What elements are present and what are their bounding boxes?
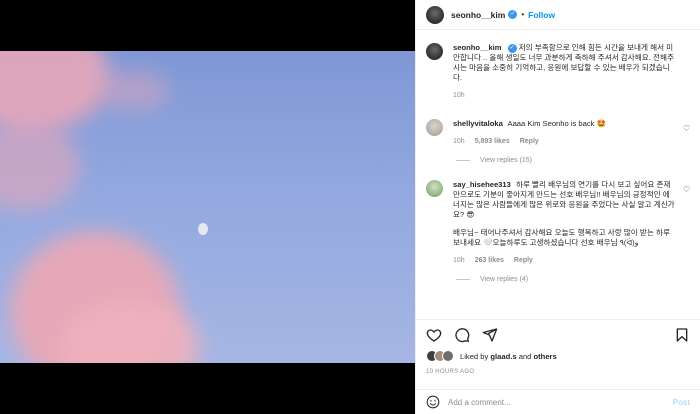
separator-dot: •	[521, 10, 525, 19]
comment-icon[interactable]	[454, 327, 470, 343]
comment-text-continued: 배우님~ 태어나주셔서 감사해요 오늘도 행복하고 사랑 많이 받는 하루 보내…	[453, 228, 670, 247]
comment-item: say_hisehee313 하루 빨리 배우님의 연기를 다시 보고 싶어요 …	[426, 180, 690, 266]
action-bar	[426, 326, 690, 344]
post-image[interactable]	[0, 51, 415, 363]
avatar[interactable]	[426, 5, 444, 24]
avatar[interactable]	[426, 119, 443, 136]
liker-avatars	[426, 350, 454, 362]
follow-button[interactable]: Follow	[528, 10, 555, 20]
caption-username[interactable]: seonho__kim	[453, 43, 502, 52]
instagram-post: seonho__kim ✓ • Follow seonho__kim ✓ 저의 부…	[0, 0, 700, 414]
share-icon[interactable]	[482, 327, 498, 343]
post-button[interactable]: Post	[673, 398, 690, 407]
view-replies-button[interactable]: View replies (4)	[456, 276, 690, 283]
reply-button[interactable]: Reply	[520, 137, 539, 147]
avatar	[442, 350, 454, 362]
comments-list[interactable]: seonho__kim ✓ 저의 부족함으로 인해 힘든 시간을 보내게 해서 미…	[416, 31, 700, 319]
moon	[198, 223, 208, 235]
add-comment-bar: Post	[416, 389, 700, 414]
liked-by-label: Liked by	[460, 351, 489, 361]
comment-username[interactable]: say_hisehee313	[453, 180, 511, 189]
reply-button[interactable]: Reply	[514, 256, 533, 266]
liked-by: Liked by glaad.s and others	[426, 350, 557, 362]
replies-line	[456, 160, 470, 161]
view-replies-button[interactable]: View replies (15)	[456, 157, 690, 164]
comment-time: 10h	[453, 138, 465, 145]
comment-time: 10h	[453, 257, 465, 264]
emoji-icon[interactable]	[426, 395, 440, 409]
comment-text: Aaaa Kim Seonho is back 🤩	[507, 119, 607, 128]
header-username[interactable]: seonho__kim	[451, 10, 505, 20]
verified-badge-icon: ✓	[507, 43, 517, 53]
comment-like-heart-icon[interactable]: ♡	[683, 124, 690, 133]
avatar[interactable]	[426, 180, 443, 197]
post-header: seonho__kim ✓ • Follow	[416, 0, 700, 30]
comment-username[interactable]: shellyvitaloka	[453, 119, 503, 128]
caption: seonho__kim ✓ 저의 부족함으로 인해 힘든 시간을 보내게 해서 미…	[426, 43, 690, 101]
cloud	[100, 71, 170, 111]
replies-line	[456, 279, 470, 280]
comment-item: shellyvitaloka Aaaa Kim Seonho is back 🤩…	[426, 119, 690, 147]
post-side-panel: seonho__kim ✓ • Follow seonho__kim ✓ 저의 부…	[415, 0, 700, 414]
view-replies-label: View replies (15)	[480, 157, 533, 164]
divider	[416, 319, 700, 320]
bookmark-icon[interactable]	[674, 327, 690, 343]
verified-badge-icon: ✓	[508, 10, 518, 19]
heart-icon[interactable]	[426, 327, 442, 343]
cloud	[0, 51, 110, 131]
avatar[interactable]	[426, 43, 443, 60]
comment-like-heart-icon[interactable]: ♡	[683, 185, 690, 194]
comment-likes[interactable]: 5,893 likes	[475, 137, 510, 147]
liked-by-user[interactable]: glaad.s	[490, 352, 516, 361]
post-time-ago[interactable]: 10 HOURS AGO	[426, 369, 474, 375]
cloud	[0, 121, 80, 211]
comment-input[interactable]	[448, 397, 673, 407]
view-replies-label: View replies (4)	[480, 276, 529, 283]
post-media[interactable]	[0, 0, 415, 414]
liked-by-and: and	[518, 351, 532, 361]
comment-likes[interactable]: 263 likes	[475, 256, 504, 266]
liked-by-others[interactable]: others	[534, 352, 557, 361]
caption-time: 10h	[453, 92, 465, 99]
